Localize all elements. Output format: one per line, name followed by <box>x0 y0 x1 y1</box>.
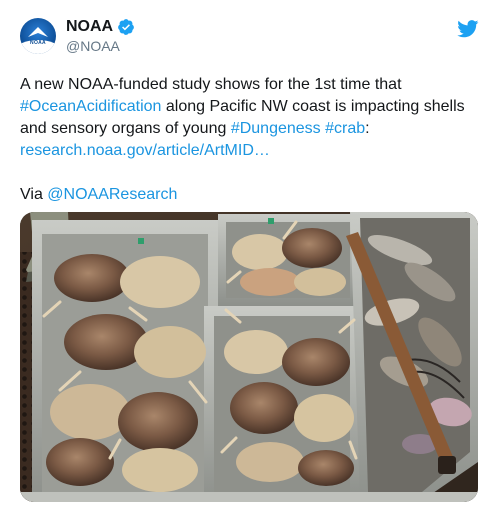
author-handle[interactable]: @NOAA <box>66 38 135 55</box>
author-names: NOAA @NOAA <box>66 17 135 55</box>
crabs-center-bottom <box>224 330 354 486</box>
noaa-bird-logo <box>28 27 48 37</box>
tweet-header: NOAA NOAA @NOAA <box>20 12 475 60</box>
tweet-photo[interactable] <box>20 212 478 502</box>
crab-bins-photo <box>20 212 478 502</box>
tweet-text-line2: along Pacific NW coast is impacting shel… <box>161 98 465 115</box>
avatar-logo-text: NOAA <box>30 40 46 46</box>
via-label: Via <box>20 186 48 203</box>
mention-noaa-research[interactable]: @NOAAResearch <box>47 186 177 203</box>
name-row: NOAA <box>66 17 135 36</box>
pole-cap <box>438 456 456 474</box>
hashtag-dungeness[interactable]: #Dungeness <box>231 120 321 137</box>
tweet-text-line1: A new NOAA-funded study shows for the 1s… <box>20 76 402 93</box>
tweet-text-line3: and sensory organs of young <box>20 120 231 137</box>
twitter-bird-icon[interactable] <box>457 20 479 38</box>
display-name[interactable]: NOAA <box>66 17 113 36</box>
article-link[interactable]: research.noaa.gov/article/ArtMID… <box>20 142 270 159</box>
bin-rail <box>20 492 478 502</box>
hashtag-ocean-acidification[interactable]: #OceanAcidification <box>20 98 161 115</box>
colon: : <box>365 120 370 137</box>
via-line: Via @NOAAResearch <box>20 184 475 206</box>
tweet-text: A new NOAA-funded study shows for the 1s… <box>20 74 470 162</box>
avatar[interactable]: NOAA <box>20 18 56 54</box>
verified-badge-icon <box>118 18 134 35</box>
tweet-card: NOAA NOAA @NOAA A new NOAA-funded study … <box>0 0 495 510</box>
hashtag-crab[interactable]: #crab <box>325 120 365 137</box>
